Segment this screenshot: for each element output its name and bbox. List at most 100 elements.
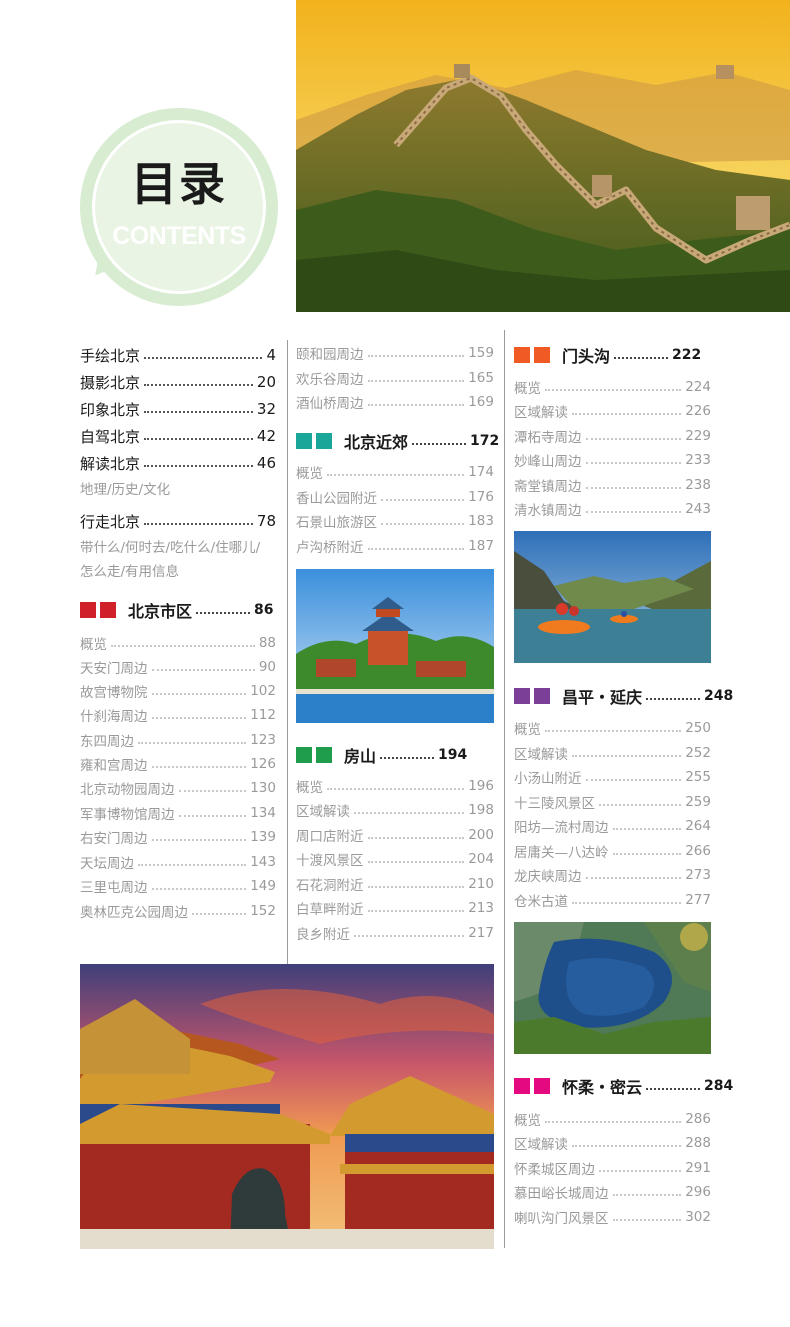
toc-item-page: 277 bbox=[685, 892, 711, 908]
toc-sub-item[interactable]: 概览 286 bbox=[514, 1108, 711, 1130]
toc-leader bbox=[585, 487, 682, 489]
toc-sub-item[interactable]: 概览 88 bbox=[80, 632, 276, 654]
toc-section-header[interactable]: 北京市区 86 bbox=[80, 598, 276, 622]
toc-sub-item[interactable]: 区域解读 198 bbox=[296, 799, 494, 821]
toc-sub-item[interactable]: 概览 196 bbox=[296, 775, 494, 797]
toc-main-item[interactable]: 手绘北京 4 bbox=[80, 344, 276, 366]
toc-item-title: 印象北京 bbox=[80, 400, 141, 419]
toc-sub-item[interactable]: 卢沟桥附近 187 bbox=[296, 535, 494, 557]
toc-main-item[interactable]: 行走北京 78 bbox=[80, 510, 276, 532]
toc-item-title: 良乡附近 bbox=[296, 927, 350, 943]
toc-item-title: 军事博物馆周边 bbox=[80, 807, 175, 823]
toc-leader bbox=[144, 438, 253, 440]
toc-sub-item[interactable]: 欢乐谷周边 165 bbox=[296, 367, 494, 389]
toc-sub-item[interactable]: 清水镇周边 243 bbox=[514, 498, 711, 520]
toc-sub-item[interactable]: 小汤山附近 255 bbox=[514, 766, 711, 788]
toc-sub-item[interactable]: 居庸关—八达岭 266 bbox=[514, 840, 711, 862]
toc-sub-item[interactable]: 三里屯周边 149 bbox=[80, 875, 276, 897]
toc-item-title: 区域解读 bbox=[514, 405, 568, 421]
toc-sub-item[interactable]: 良乡附近 217 bbox=[296, 922, 494, 944]
toc-sub-item[interactable]: 酒仙桥周边 169 bbox=[296, 391, 494, 413]
toc-item-page: 139 bbox=[250, 829, 276, 845]
toc-sub-item[interactable]: 龙庆峡周边 273 bbox=[514, 864, 711, 886]
toc-section-header[interactable]: 房山 194 bbox=[296, 743, 494, 767]
toc-section-header[interactable]: 怀柔・密云 284 bbox=[514, 1074, 733, 1098]
toc-section-header[interactable]: 门头沟 222 bbox=[514, 343, 711, 367]
toc-leader bbox=[545, 1121, 682, 1123]
toc-sub-item[interactable]: 概览 174 bbox=[296, 461, 494, 483]
page-subtitle: CONTENTS bbox=[112, 222, 246, 250]
toc-sub-item[interactable]: 什刹海周边 112 bbox=[80, 704, 276, 726]
toc-sub-item[interactable]: 慕田峪长城周边 296 bbox=[514, 1181, 711, 1203]
toc-item-title: 慕田峪长城周边 bbox=[514, 1186, 609, 1202]
toc-sub-item[interactable]: 右安门周边 139 bbox=[80, 826, 276, 848]
toc-sub-item[interactable]: 白草畔附近 213 bbox=[296, 897, 494, 919]
toc-section-header[interactable]: 昌平・延庆 248 bbox=[514, 684, 733, 708]
toc-item-page: 46 bbox=[256, 454, 276, 472]
toc-sub-item[interactable]: 颐和园周边 159 bbox=[296, 342, 494, 364]
toc-sub-item[interactable]: 周口店附近 200 bbox=[296, 824, 494, 846]
toc-sub-item[interactable]: 阳坊—流村周边 264 bbox=[514, 815, 711, 837]
section-title: 北京市区 bbox=[128, 602, 193, 621]
toc-sub-item[interactable]: 雍和宫周边 126 bbox=[80, 753, 276, 775]
toc-sub-item[interactable]: 怀柔城区周边 291 bbox=[514, 1157, 711, 1179]
section-color-square bbox=[534, 688, 550, 704]
toc-sub-item[interactable]: 十三陵风景区 259 bbox=[514, 791, 711, 813]
toc-main-item[interactable]: 印象北京 32 bbox=[80, 398, 276, 420]
toc-item-page: 187 bbox=[468, 538, 494, 554]
toc-leader bbox=[367, 404, 465, 406]
toc-sub-item[interactable]: 概览 250 bbox=[514, 717, 711, 739]
toc-leader bbox=[151, 839, 247, 841]
toc-leader bbox=[585, 438, 682, 440]
toc-sub-item[interactable]: 斋堂镇周边 238 bbox=[514, 474, 711, 496]
section-page: 86 bbox=[254, 602, 274, 618]
toc-item-title: 天安门周边 bbox=[80, 661, 148, 677]
toc-sub-item[interactable]: 北京动物园周边 130 bbox=[80, 777, 276, 799]
toc-item-title: 天坛周边 bbox=[80, 856, 134, 872]
toc-item-title: 颐和园周边 bbox=[296, 347, 364, 363]
toc-sub-item[interactable]: 概览 224 bbox=[514, 376, 711, 398]
toc-sub-item[interactable]: 故宫博物院 102 bbox=[80, 680, 276, 702]
toc-sub-item[interactable]: 石景山旅游区 183 bbox=[296, 510, 494, 532]
section-title: 昌平・延庆 bbox=[562, 688, 643, 707]
toc-sub-item[interactable]: 仓米古道 277 bbox=[514, 889, 711, 911]
toc-item-page: 233 bbox=[685, 452, 711, 468]
toc-item-title: 区域解读 bbox=[514, 747, 568, 763]
toc-sub-item[interactable]: 区域解读 226 bbox=[514, 400, 711, 422]
toc-main-item[interactable]: 解读北京 46 bbox=[80, 452, 276, 474]
toc-sub-item[interactable]: 香山公园附近 176 bbox=[296, 486, 494, 508]
toc-leader bbox=[367, 355, 465, 357]
toc-sub-item[interactable]: 喇叭沟门风景区 302 bbox=[514, 1206, 711, 1228]
toc-sub-item[interactable]: 十渡风景区 204 bbox=[296, 848, 494, 870]
toc-section-header[interactable]: 北京近郊 172 bbox=[296, 429, 499, 453]
toc-item-title: 石花洞附近 bbox=[296, 878, 364, 894]
toc-item-title: 喇叭沟门风景区 bbox=[514, 1211, 609, 1227]
section-page: 284 bbox=[704, 1078, 734, 1094]
toc-sub-item[interactable]: 东四周边 123 bbox=[80, 729, 276, 751]
toc-sub-item[interactable]: 天坛周边 143 bbox=[80, 851, 276, 873]
toc-item-page: 273 bbox=[685, 867, 711, 883]
toc-sub-item[interactable]: 区域解读 288 bbox=[514, 1132, 711, 1154]
toc-item-page: 159 bbox=[468, 345, 494, 361]
toc-main-item[interactable]: 自驾北京 42 bbox=[80, 425, 276, 447]
toc-item-title: 小汤山附近 bbox=[514, 771, 582, 787]
toc-item-page: 217 bbox=[468, 925, 494, 941]
toc-sub-item[interactable]: 潭柘寺周边 229 bbox=[514, 425, 711, 447]
section-color-square bbox=[534, 347, 550, 363]
toc-sub-item[interactable]: 区域解读 252 bbox=[514, 742, 711, 764]
toc-leader bbox=[646, 1088, 701, 1090]
toc-sub-item[interactable]: 妙峰山周边 233 bbox=[514, 449, 711, 471]
toc-leader bbox=[572, 1145, 682, 1147]
toc-sub-item[interactable]: 天安门周边 90 bbox=[80, 656, 276, 678]
section-page: 248 bbox=[704, 688, 734, 704]
section-color-square bbox=[514, 688, 530, 704]
toc-item-page: 288 bbox=[685, 1135, 711, 1151]
toc-sub-item[interactable]: 奥林匹克公园周边 152 bbox=[80, 900, 276, 922]
toc-sub-item[interactable]: 石花洞附近 210 bbox=[296, 873, 494, 895]
toc-main-item[interactable]: 摄影北京 20 bbox=[80, 371, 276, 393]
toc-item-title: 十三陵风景区 bbox=[514, 796, 595, 812]
section-color-square bbox=[514, 347, 530, 363]
toc-item-page: 238 bbox=[685, 477, 711, 493]
toc-sub-item[interactable]: 军事博物馆周边 134 bbox=[80, 802, 276, 824]
rafting-photo bbox=[514, 531, 711, 663]
